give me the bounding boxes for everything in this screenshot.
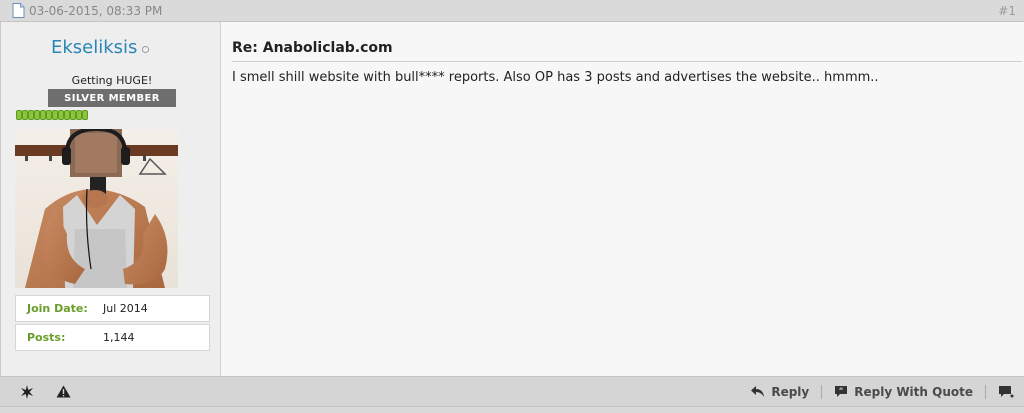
rank-badge: SILVER MEMBER: [48, 89, 176, 107]
reply-label: Reply: [771, 384, 810, 399]
posts-label: Posts:: [27, 331, 66, 344]
post-header: 03-06-2015, 08:33 PM #1: [0, 0, 1024, 22]
multi-quote-button[interactable]: [998, 385, 1020, 398]
footer-divider: [821, 384, 823, 399]
posts-count-box: Posts: 1,144: [15, 324, 210, 351]
svg-text:“: “: [839, 387, 844, 395]
username-row: Ekseliksis: [51, 37, 150, 58]
reputation-bar[interactable]: [16, 110, 88, 120]
document-icon: [12, 3, 25, 18]
star-icon[interactable]: [20, 384, 34, 399]
reply-arrow-icon: [751, 385, 765, 397]
user-title: Getting HUGE!: [71, 74, 153, 87]
username-link[interactable]: Ekseliksis: [51, 37, 137, 58]
user-info-panel: Ekseliksis Getting HUGE! SILVER MEMBER J…: [1, 22, 221, 376]
footer-left-icons: [0, 384, 93, 399]
reply-button[interactable]: Reply: [751, 385, 809, 399]
post-message: I smell shill website with bull**** repo…: [232, 70, 879, 85]
reply-with-quote-button[interactable]: “ Reply With Quote: [834, 385, 973, 399]
join-date-box: Join Date: Jul 2014: [15, 295, 210, 322]
title-divider: [232, 61, 1022, 62]
footer-actions: Reply “ Reply With Quote: [751, 384, 1024, 399]
post-footer: Reply “ Reply With Quote: [0, 376, 1024, 406]
reply-with-quote-label: Reply With Quote: [854, 384, 973, 399]
join-date-value: Jul 2014: [103, 302, 148, 315]
footer-divider-2: [985, 384, 986, 399]
post-title: Re: Anaboliclab.com: [232, 40, 393, 56]
quote-bubble-icon: “: [835, 386, 848, 397]
post-number-link[interactable]: #1: [998, 4, 1016, 18]
warning-icon[interactable]: [56, 385, 71, 398]
posts-value: 1,144: [103, 331, 135, 344]
avatar[interactable]: [15, 129, 178, 288]
join-date-label: Join Date:: [27, 302, 88, 315]
post-date: 03-06-2015, 08:33 PM: [29, 3, 163, 18]
reputation-pip: [82, 110, 88, 120]
next-post-header: [0, 406, 1024, 413]
post-date-area: 03-06-2015, 08:33 PM: [12, 3, 162, 18]
online-status-icon: [142, 46, 150, 53]
post-body: Ekseliksis Getting HUGE! SILVER MEMBER J…: [0, 22, 1024, 376]
avatar-image: [15, 129, 178, 288]
multi-quote-icon: [999, 386, 1014, 398]
